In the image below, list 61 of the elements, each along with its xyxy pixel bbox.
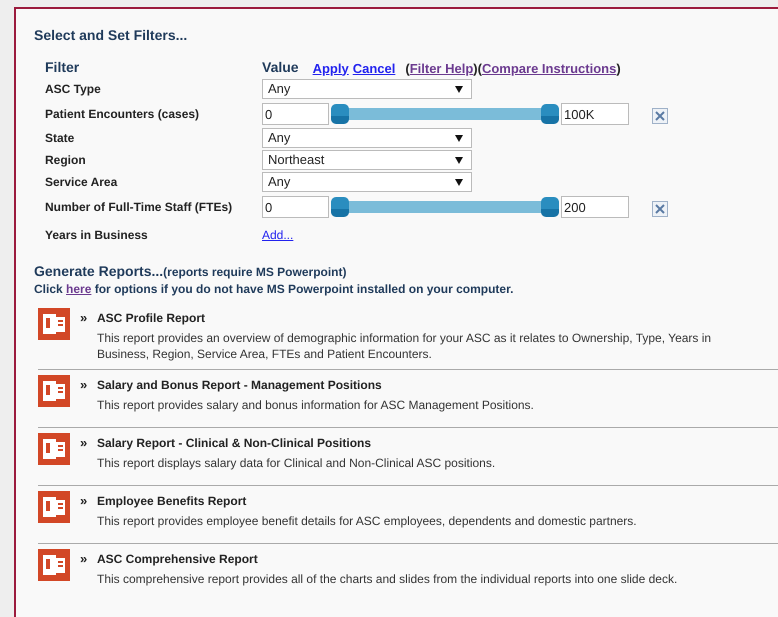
dropdown-caret-icon <box>455 156 463 164</box>
column-heading: Value <box>262 58 299 77</box>
install-note: Click here for options if you do not have MS Powerpoint installed on your computer. <box>34 282 514 297</box>
parenthesis: ( <box>405 60 410 78</box>
presentation-file-icon <box>38 375 70 407</box>
report-description: This report provides salary and bonus information for ASC Management Positions. <box>97 396 535 412</box>
action-link[interactable]: Apply <box>312 58 349 78</box>
help-link[interactable]: Filter Help <box>410 58 474 78</box>
slider-handle[interactable] <box>541 104 559 124</box>
dropdown-field[interactable]: Any <box>262 79 472 99</box>
report-title-link[interactable]: ASC Profile Report <box>97 309 206 327</box>
filter-label: Service Area <box>45 174 118 191</box>
max-value-field[interactable]: 200 <box>561 196 629 218</box>
report-title-link[interactable]: Salary and Bonus Report - Management Positions <box>97 376 382 394</box>
min-value-field[interactable]: 0 <box>262 103 329 125</box>
report-description: This comprehensive report provides all of the charts and slides from the individual reports into one slide deck. <box>97 570 678 586</box>
min-value-field[interactable]: 0 <box>262 196 329 218</box>
filter-label: ASC Type <box>45 81 102 98</box>
section-title: Generate Reports... <box>34 262 164 281</box>
dropdown-field[interactable]: Northeast <box>262 150 472 170</box>
report-description: This report provides an overview of demographic information for your ASC as it relates to Ownership, Type, Years in Business, Region, Service Area, FTEs and Patient Encounters. <box>97 330 712 362</box>
filter-label: Patient Encounters (cases) <box>45 106 200 123</box>
bullet-marker: » <box>80 434 88 452</box>
report-title-link[interactable]: ASC Comprehensive Report <box>97 550 258 568</box>
bullet-marker: » <box>80 492 88 510</box>
slider-handle[interactable] <box>541 197 559 217</box>
report-title-link[interactable]: Salary Report - Clinical & Non-Clinical Positions <box>97 434 372 452</box>
filter-label: Region <box>45 152 87 169</box>
bullet-marker: » <box>80 550 88 568</box>
report-description: This report provides employee benefit details for ASC employees, dependents and domestic partners. <box>97 512 638 528</box>
presentation-file-icon <box>38 491 70 523</box>
filter-label: State <box>45 130 76 147</box>
close-icon[interactable] <box>652 200 668 216</box>
parenthesis: ) <box>616 60 621 78</box>
bullet-marker: » <box>80 309 88 327</box>
dropdown-caret-icon <box>455 134 463 142</box>
close-icon[interactable] <box>652 108 668 124</box>
slider-handle[interactable] <box>331 197 349 217</box>
filter-label: Years in Business <box>45 227 149 244</box>
presentation-file-icon <box>38 308 70 340</box>
slider-handle[interactable] <box>331 104 349 124</box>
dropdown-caret-icon <box>455 86 463 92</box>
presentation-file-icon <box>38 433 70 465</box>
presentation-file-icon <box>38 549 70 581</box>
here-link[interactable]: here <box>66 282 92 296</box>
report-description: This report displays salary data for Clinical and Non-Clinical ASC positions. <box>97 454 496 470</box>
dropdown-field[interactable]: Any <box>262 172 472 192</box>
help-link[interactable]: Compare Instructions <box>482 58 616 78</box>
section-title: Select and Set Filters... <box>34 26 188 45</box>
parenthesis: ) <box>473 60 478 78</box>
max-value-field[interactable]: 100K <box>561 103 629 125</box>
dropdown-field[interactable]: Any <box>262 128 472 148</box>
action-link[interactable]: Cancel <box>352 58 396 78</box>
filter-label: Number of Full-Time Staff (FTEs) <box>45 199 234 216</box>
report-title-link[interactable]: Employee Benefits Report <box>97 492 246 510</box>
dropdown-caret-icon <box>455 178 463 186</box>
section-note: (reports require MS Powerpoint) <box>163 264 347 281</box>
bullet-marker: » <box>80 376 88 394</box>
column-heading: Filter <box>45 58 80 77</box>
add-link[interactable]: Add... <box>262 226 294 244</box>
parenthesis: ( <box>478 60 482 78</box>
